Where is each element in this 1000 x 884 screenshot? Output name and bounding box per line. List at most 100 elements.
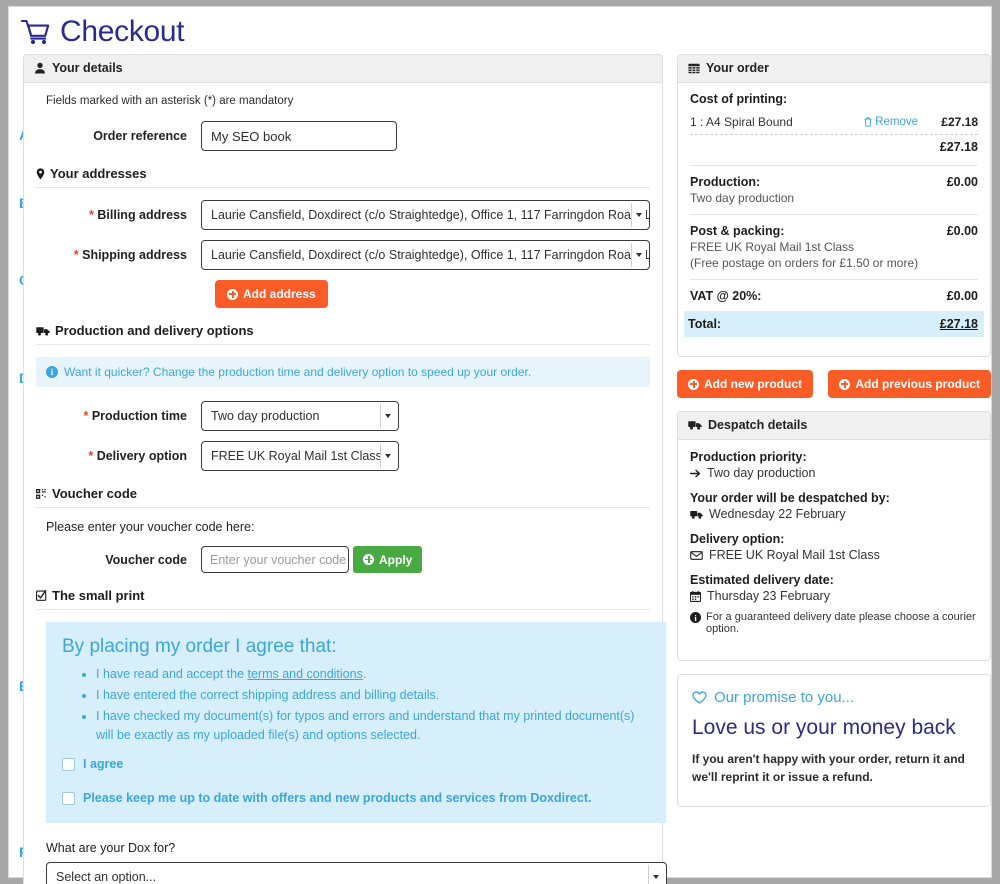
delivery-option-row: * Delivery option FREE UK Royal Mail 1st… — [36, 441, 650, 471]
post-packing-label: Post & packing: — [690, 224, 785, 238]
your-details-header: Your details — [24, 55, 662, 83]
post-packing-value: FREE UK Royal Mail 1st Class — [690, 240, 855, 254]
apply-voucher-button[interactable]: Apply — [353, 546, 423, 573]
despatch-by-block: Your order will be despatched by: Wednes… — [690, 491, 978, 521]
add-address-button[interactable]: Add address — [215, 280, 328, 308]
remove-item-link[interactable]: Remove — [864, 116, 918, 128]
remove-item-label: Remove — [875, 116, 918, 128]
user-icon — [34, 62, 46, 74]
shipping-address-row: * Shipping address Laurie Cansfield, Dox… — [36, 240, 650, 270]
order-reference-row: Order reference My SEO book — [36, 121, 650, 151]
chevron-down-icon — [631, 243, 646, 267]
info-icon: i — [690, 612, 701, 623]
production-price: £0.00 — [946, 175, 978, 189]
production-time-select[interactable]: Two day production — [201, 401, 399, 431]
required-marker: * — [89, 208, 94, 222]
despatch-details-panel: Despatch details Production priority: Tw… — [677, 411, 991, 661]
order-total-row: Total: £27.18 — [684, 311, 984, 337]
add-new-product-button[interactable]: Add new product — [677, 370, 813, 398]
estimated-delivery-value: Thursday 23 February — [707, 589, 830, 603]
marketing-checkbox-label: Please keep me up to date with offers an… — [83, 791, 592, 805]
voucher-code-input[interactable]: Enter your voucher code h — [201, 546, 349, 573]
required-marker: * — [73, 248, 79, 262]
despatch-by-value-row: Wednesday 22 February — [690, 507, 978, 521]
vat-total-section: VAT @ 20%: £0.00 Total: £27.18 — [684, 280, 984, 346]
terms-and-conditions-link[interactable]: terms and conditions — [248, 667, 363, 681]
production-time-label: * Production time — [83, 409, 187, 423]
your-details-header-text: Your details — [52, 61, 123, 75]
promise-text: If you aren't happy with your order, ret… — [692, 752, 965, 784]
page-root: Checkout A B C D E F Your details Fields… — [0, 0, 1000, 884]
add-previous-product-button[interactable]: Add previous product — [828, 370, 991, 398]
production-time-value: Two day production — [211, 409, 320, 423]
chevron-down-icon — [380, 444, 395, 468]
despatch-by-heading: Your order will be despatched by: — [690, 491, 890, 505]
heart-icon — [692, 691, 707, 704]
map-pin-icon — [36, 167, 45, 180]
truck-icon — [688, 420, 702, 430]
page-sheet: Checkout A B C D E F Your details Fields… — [8, 6, 992, 884]
production-delivery-heading: Production and delivery options — [36, 320, 650, 345]
arrow-right-icon — [690, 469, 701, 478]
production-row: Production: £0.00 — [690, 175, 978, 189]
plus-circle-icon — [363, 554, 374, 565]
delivery-option-value-row: FREE UK Royal Mail 1st Class — [690, 548, 978, 562]
order-item-price: £27.18 — [941, 115, 978, 129]
dox-for-label: What are your Dox for? — [46, 841, 176, 855]
add-product-button-row: Add new product Add previous product — [677, 370, 991, 398]
delivery-option-label: * Delivery option — [88, 449, 187, 463]
your-order-panel: Your order Cost of printing: 1 : A4 Spir… — [677, 54, 991, 357]
marketing-checkbox-row[interactable]: Please keep me up to date with offers an… — [62, 791, 650, 805]
order-total-label: Total: — [688, 317, 722, 331]
despatch-by-value: Wednesday 22 February — [709, 507, 846, 521]
production-info-alert-text: Want it quicker? Change the production t… — [64, 365, 532, 379]
order-reference-input[interactable]: My SEO book — [201, 121, 397, 151]
dox-for-wrapper: Select an option... — [46, 862, 667, 884]
production-label: Production: — [690, 175, 761, 189]
small-print-heading-text: The small print — [52, 588, 145, 603]
dox-for-select[interactable]: Select an option... — [46, 862, 667, 884]
apply-voucher-button-label: Apply — [379, 552, 413, 567]
estimated-delivery-heading: Estimated delivery date: — [690, 573, 834, 587]
mandatory-note: Fields marked with an asterisk (*) are m… — [46, 95, 294, 107]
production-time-row: * Production time Two day production — [36, 401, 650, 431]
your-order-header-text: Your order — [706, 61, 769, 75]
vat-price: £0.00 — [946, 289, 978, 303]
small-print-bullet-list: I have read and accept the terms and con… — [62, 665, 650, 745]
billing-address-row: * Billing address Laurie Cansfield, Doxd… — [36, 200, 650, 230]
shopping-cart-icon — [21, 19, 51, 45]
info-icon: i — [46, 366, 58, 378]
delivery-option-heading: Delivery option: — [690, 532, 785, 546]
list-item: I have checked my document(s) for typos … — [96, 707, 650, 745]
add-address-button-label: Add address — [243, 287, 316, 301]
agree-checkbox-label: I agree — [83, 757, 124, 771]
order-reference-label: Order reference — [93, 129, 187, 143]
agree-checkbox[interactable] — [62, 758, 75, 771]
despatch-details-header: Despatch details — [678, 412, 990, 440]
promise-panel: Our promise to you... Love us or your mo… — [677, 674, 991, 807]
truck-icon — [36, 326, 50, 336]
shipping-address-select[interactable]: Laurie Cansfield, Doxdirect (c/o Straigh… — [201, 240, 650, 270]
voucher-code-label: Voucher code — [105, 552, 187, 567]
promise-body: Our promise to you... Love us or your mo… — [678, 675, 990, 806]
despatch-note: i For a guaranteed delivery date please … — [690, 611, 978, 635]
post-packing-price: £0.00 — [946, 224, 978, 238]
delivery-option-select[interactable]: FREE UK Royal Mail 1st Class — [201, 441, 399, 471]
production-priority-heading: Production priority: — [690, 450, 807, 464]
post-packing-section: Post & packing: £0.00 FREE UK Royal Mail… — [690, 215, 978, 280]
marketing-checkbox[interactable] — [62, 792, 75, 805]
promise-title: Love us or your money back — [692, 716, 956, 739]
your-addresses-heading: Your addresses — [36, 163, 650, 188]
promise-kicker-text: Our promise to you... — [714, 689, 855, 706]
page-title-text: Checkout — [60, 15, 185, 48]
required-marker: * — [83, 409, 89, 423]
agree-checkbox-row[interactable]: I agree — [62, 757, 650, 771]
chevron-down-icon — [631, 203, 646, 227]
estimated-delivery-value-row: Thursday 23 February — [690, 589, 978, 603]
chevron-down-icon — [380, 404, 395, 428]
plus-circle-icon — [839, 378, 851, 390]
dox-for-value: Select an option... — [56, 870, 157, 884]
production-info-alert: i Want it quicker? Change the production… — [36, 357, 650, 387]
billing-address-select[interactable]: Laurie Cansfield, Doxdirect (c/o Straigh… — [201, 200, 650, 230]
small-print-heading: The small print — [36, 585, 650, 610]
